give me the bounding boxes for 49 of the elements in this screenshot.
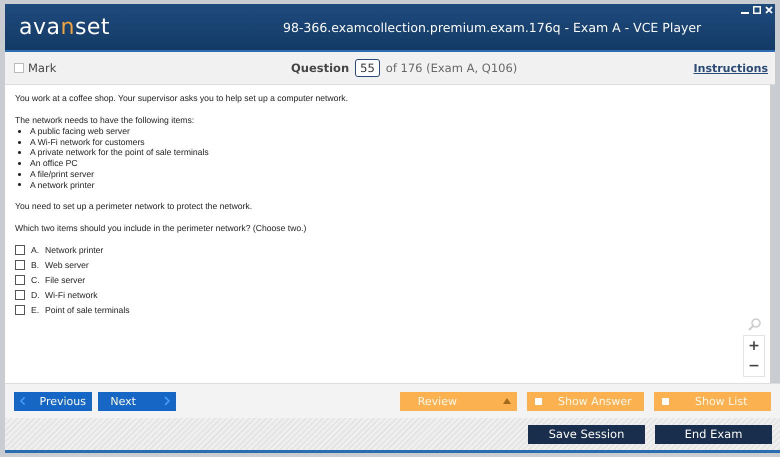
bullet-icon: [18, 172, 21, 176]
option-letter: B.: [31, 260, 40, 270]
caret-up-icon: [503, 398, 511, 404]
option-letter: E.: [31, 305, 40, 316]
option-text[interactable]: Network printer: [45, 245, 104, 256]
answer-checkbox[interactable]: [15, 290, 25, 300]
question-prompt: Which two items should you include in the perimeter network? (Choose two.): [15, 223, 308, 234]
mark-label[interactable]: Mark: [28, 61, 56, 75]
save-session-button[interactable]: Save Session: [528, 424, 645, 444]
end-exam-button[interactable]: End Exam: [655, 424, 772, 444]
mark-checkbox[interactable]: [14, 63, 24, 73]
option-letter: C.: [31, 275, 41, 286]
question-text: You work at a coffee shop. Your supervisor asks you to help set up a computer network.: [15, 93, 349, 104]
question-number-field[interactable]: 55: [355, 59, 380, 77]
previous-button[interactable]: Previous: [14, 392, 92, 410]
chevron-right-icon: [164, 396, 170, 406]
option-letter: D.: [31, 290, 41, 300]
list-item: An office PC: [30, 158, 78, 169]
chevron-left-icon: [20, 396, 26, 406]
bullet-icon: [18, 162, 21, 165]
list-item: A file/print server: [30, 168, 94, 180]
search-icon: [748, 318, 760, 331]
option-letter: A.: [31, 245, 40, 256]
answer-checkbox[interactable]: [15, 260, 25, 270]
instructions-link[interactable]: Instructions: [694, 62, 768, 74]
option-text[interactable]: Web server: [45, 260, 89, 270]
option-text[interactable]: Wi-Fi network: [45, 290, 98, 300]
answer-checkbox[interactable]: [15, 305, 25, 316]
next-button[interactable]: Next: [98, 392, 176, 410]
option-text[interactable]: Point of sale terminals: [45, 305, 130, 316]
bullet-icon: [18, 151, 21, 154]
answer-checkbox[interactable]: [15, 245, 25, 256]
bullet-icon: [18, 130, 21, 133]
bullet-icon: [18, 140, 21, 144]
window-title: 98-366.examcollection.premium.exam.176q - Exam A - VCE Player: [283, 20, 702, 34]
bullet-icon: [18, 183, 21, 186]
list-heading: The network needs to have the following items:: [15, 115, 196, 126]
option-text[interactable]: File server: [45, 275, 86, 286]
logo: ava nset: [19, 14, 112, 40]
question-label: Question: [291, 61, 350, 75]
list-item: A network printer: [30, 180, 94, 190]
question-text: You need to set up a perimeter network to protect the network.: [15, 201, 254, 212]
question-count: of 176 (Exam A, Q106): [386, 61, 518, 75]
list-item: A private network for the point of sale terminals: [30, 147, 209, 158]
list-item: A public facing web server: [30, 126, 130, 137]
maximize-icon[interactable]: [753, 6, 761, 14]
list-item: A Wi-Fi network for customers: [30, 136, 145, 148]
answer-checkbox[interactable]: [15, 275, 25, 286]
close-icon[interactable]: [765, 6, 773, 14]
